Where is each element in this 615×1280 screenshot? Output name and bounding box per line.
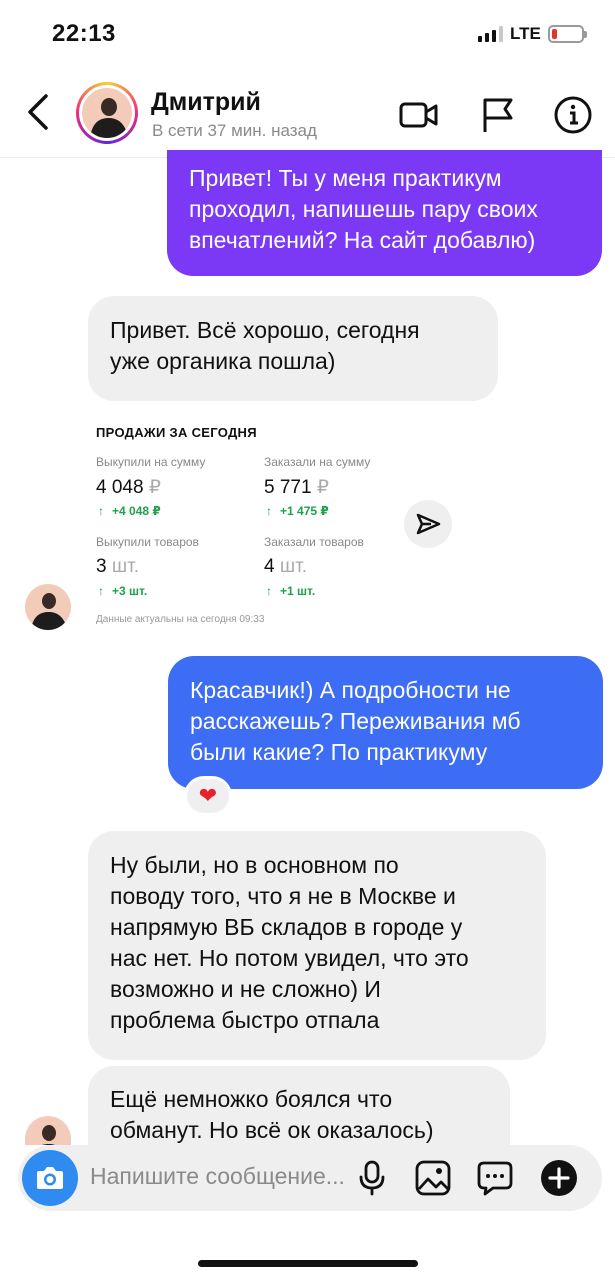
metric-label: Заказали на сумму	[264, 455, 371, 469]
incoming-message[interactable]: Ну были, но в основном по поводу того, ч…	[88, 831, 546, 1060]
message-composer	[18, 1145, 602, 1211]
outgoing-message[interactable]: Красавчик!) А подробности не расскажешь?…	[168, 656, 603, 789]
outgoing-message[interactable]: Привет! Ты у меня практикум проходил, на…	[167, 150, 602, 276]
image-icon	[415, 1160, 451, 1196]
status-time: 22:13	[52, 20, 116, 47]
contact-name[interactable]: Дмитрий	[151, 88, 261, 117]
metric-label: Выкупили на сумму	[96, 455, 206, 469]
message-line: Привет! Ты у меня практикум	[189, 165, 502, 191]
share-button[interactable]	[404, 500, 452, 548]
camera-icon	[37, 1167, 63, 1189]
message-line: возможно и не сложно) И	[110, 976, 381, 1002]
sticker-button[interactable]	[476, 1159, 514, 1197]
signal-icon	[478, 26, 503, 42]
info-button[interactable]	[552, 94, 594, 136]
sales-screenshot[interactable]: ПРОДАЖИ ЗА СЕГОДНЯ Выкупили на сумму 4 0…	[88, 405, 448, 633]
message-input[interactable]	[90, 1163, 365, 1190]
camera-button[interactable]	[22, 1150, 78, 1206]
message-line: поводу того, что я не в Москве и	[110, 883, 456, 909]
message-line: обманут. Но всё ок оказалось)	[110, 1117, 434, 1143]
back-icon	[28, 94, 48, 130]
metric-delta: ↑ +1 шт.	[266, 584, 316, 598]
chat-bubble-icon	[477, 1161, 513, 1196]
contact-avatar-small[interactable]	[25, 1116, 71, 1145]
message-line: Привет. Всё хорошо, сегодня	[110, 317, 420, 343]
chat-header: Дмитрий В сети 37 мин. назад	[0, 66, 615, 158]
metric-delta: ↑ +4 048 ₽	[98, 504, 161, 518]
message-line: Ещё немножко боялся что	[110, 1086, 393, 1112]
metric-delta: ↑ +3 шт.	[98, 584, 148, 598]
message-line: напрямую ВБ складов в городе у	[110, 914, 463, 940]
status-bar: 22:13 LTE	[0, 0, 615, 66]
incoming-message[interactable]: Привет. Всё хорошо, сегодня уже органика…	[88, 296, 498, 401]
network-type: LTE	[510, 24, 541, 43]
flag-button[interactable]	[477, 94, 519, 136]
message-line: уже органика пошла)	[110, 348, 336, 374]
home-indicator[interactable]	[198, 1260, 418, 1267]
info-icon	[554, 96, 592, 134]
metric-value: 4 048 ₽	[96, 477, 161, 498]
video-call-button[interactable]	[398, 94, 440, 136]
back-button[interactable]	[22, 92, 56, 132]
gallery-button[interactable]	[414, 1159, 452, 1197]
message-line: проходил, напишешь пару своих	[189, 196, 538, 222]
metric-label: Выкупили товаров	[96, 535, 199, 549]
message-line: расскажешь? Переживания мб	[190, 708, 521, 734]
message-line: впечатлений? На сайт добавлю)	[189, 227, 536, 253]
message-line: были какие? По практикуму	[190, 739, 488, 765]
incoming-message[interactable]: Ещё немножко боялся что обманут. Но всё …	[88, 1066, 510, 1145]
microphone-icon	[359, 1160, 385, 1196]
plus-icon	[541, 1160, 577, 1196]
voice-message-button[interactable]	[353, 1159, 391, 1197]
sales-title: ПРОДАЖИ ЗА СЕГОДНЯ	[96, 425, 257, 440]
message-line: Красавчик!) А подробности не	[190, 677, 511, 703]
metric-delta: ↑ +1 475 ₽	[266, 504, 329, 518]
sales-footnote: Данные актуальны на сегодня 09:33	[96, 614, 265, 625]
metric-value: 3 шт.	[96, 556, 139, 577]
contact-avatar[interactable]	[76, 82, 138, 144]
metric-value: 4 шт.	[264, 556, 307, 577]
send-icon	[416, 513, 441, 535]
metric-label: Заказали товаров	[264, 535, 364, 549]
battery-icon	[548, 25, 587, 43]
contact-avatar-small[interactable]	[25, 584, 71, 630]
message-line: Ну были, но в основном по	[110, 852, 399, 878]
contact-status: В сети 37 мин. назад	[152, 121, 317, 140]
heart-reaction[interactable]: ❤	[184, 776, 232, 816]
message-line: нас нет. Но потом увидел, что это	[110, 945, 469, 971]
flag-icon	[483, 98, 513, 132]
video-call-icon	[399, 102, 438, 128]
message-line: проблема быстро отпала	[110, 1007, 380, 1033]
add-button[interactable]	[540, 1159, 578, 1197]
metric-value: 5 771 ₽	[264, 477, 329, 498]
